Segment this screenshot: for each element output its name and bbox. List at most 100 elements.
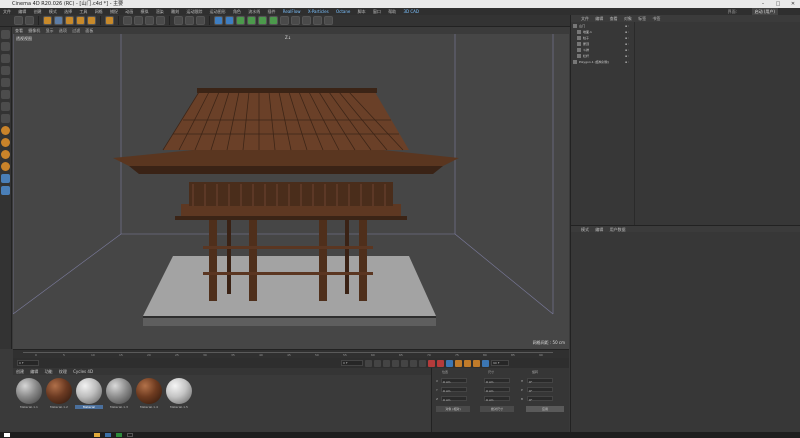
camera-icon[interactable] xyxy=(291,16,300,25)
undo-icon[interactable] xyxy=(14,16,23,25)
render-view-icon[interactable] xyxy=(174,16,183,25)
rotation-key-icon[interactable] xyxy=(473,359,480,367)
menu-item[interactable]: 文件 xyxy=(0,8,14,15)
xpresso-icon[interactable] xyxy=(1,174,10,183)
light-icon[interactable] xyxy=(302,16,311,25)
menu-item-octane[interactable]: Octane xyxy=(333,8,353,15)
material-swatch[interactable]: Material.1.2 xyxy=(45,377,73,413)
menu-item-xparticles[interactable]: X-Particles xyxy=(305,8,332,15)
scale-key-icon[interactable] xyxy=(464,359,471,367)
prev-frame-icon[interactable] xyxy=(383,359,390,367)
fx-icon[interactable] xyxy=(313,16,322,25)
object-visibility-toggles[interactable]: ▪ ⁚ xyxy=(625,60,641,65)
redo-icon[interactable] xyxy=(25,16,34,25)
model-mode-icon[interactable] xyxy=(1,42,10,51)
texture-mode-icon[interactable] xyxy=(1,54,10,63)
live-selection-icon[interactable] xyxy=(43,16,52,25)
sculpt-icon[interactable] xyxy=(1,162,10,171)
points-mode-icon[interactable] xyxy=(1,78,10,87)
object-visibility-toggles[interactable]: ▪ ⁚ xyxy=(625,30,641,35)
taskbar-app-icon[interactable] xyxy=(116,433,122,437)
taskbar-app-icon[interactable] xyxy=(105,433,111,437)
array-icon[interactable] xyxy=(247,16,256,25)
object-visibility-toggles[interactable]: ▪ ⁚ xyxy=(625,24,641,29)
size-z-field[interactable]: 0 cm xyxy=(484,396,510,402)
next-frame-icon[interactable] xyxy=(401,359,408,367)
edges-mode-icon[interactable] xyxy=(1,90,10,99)
floor-icon[interactable] xyxy=(280,16,289,25)
object-menu-item[interactable]: 编辑 xyxy=(595,16,603,21)
attribute-menu-item[interactable]: 编辑 xyxy=(595,227,603,232)
object-visibility-toggles[interactable]: ▪ ⁚ xyxy=(625,48,641,53)
menu-item[interactable]: 脚本 xyxy=(355,8,369,15)
menu-item-realflow[interactable]: RealFlow xyxy=(280,8,304,15)
material-menu-item[interactable]: 创建 xyxy=(16,369,24,374)
menu-item-3dcad[interactable]: 3D CAD xyxy=(400,8,422,15)
attribute-menu-item[interactable]: 用户数据 xyxy=(610,227,626,232)
menu-item[interactable]: 帮助 xyxy=(385,8,399,15)
coordinate-mode-dropdown[interactable]: 对象 (相对) xyxy=(436,406,470,412)
pos-y-field[interactable]: 0 cm xyxy=(441,387,467,393)
timeline-ruler[interactable]: 0 5 10 15 20 25 30 35 40 45 50 55 60 65 … xyxy=(13,349,569,358)
minimize-button[interactable]: – xyxy=(756,0,770,8)
rot-b-field[interactable]: 0° xyxy=(527,396,553,402)
rot-h-field[interactable]: 0° xyxy=(527,378,553,384)
object-menu-item[interactable]: 对象 xyxy=(624,16,632,21)
material-swatch[interactable]: Material.1.3 xyxy=(105,377,133,413)
close-button[interactable]: ✕ xyxy=(786,0,800,8)
menu-item[interactable]: 动画 xyxy=(122,8,136,15)
goto-end-icon[interactable] xyxy=(419,359,426,367)
recent-tools-icon[interactable] xyxy=(87,16,96,25)
material-menu-item[interactable]: 功能 xyxy=(45,369,53,374)
move-icon[interactable] xyxy=(54,16,63,25)
next-key-icon[interactable] xyxy=(410,359,417,367)
workplane-lock-icon[interactable] xyxy=(1,138,10,147)
menu-item[interactable]: 流水线 xyxy=(245,8,263,15)
viewport-menu-item[interactable]: 过滤 xyxy=(72,28,80,33)
maximize-button[interactable]: □ xyxy=(771,0,785,8)
subdivision-icon[interactable] xyxy=(236,16,245,25)
octane-icon[interactable] xyxy=(324,16,333,25)
3d-viewport[interactable]: 透视视图 Z↓ 网格间距 : 50 cm xyxy=(13,34,569,349)
end-frame-field[interactable]: 90 F xyxy=(491,360,509,366)
rot-p-field[interactable]: 0° xyxy=(527,387,553,393)
object-visibility-toggles[interactable]: ▪ ⁚ xyxy=(625,54,641,59)
position-key-icon[interactable] xyxy=(455,359,462,367)
menu-item[interactable]: 运动图形 xyxy=(207,8,229,15)
size-mode-dropdown[interactable]: 绝对尺寸 xyxy=(480,406,514,412)
layout-select[interactable]: 启动 (用户) xyxy=(751,8,778,15)
cinema4d-taskbar-icon[interactable] xyxy=(127,433,133,437)
current-frame-field[interactable]: 0 F xyxy=(341,360,363,366)
autokey-icon[interactable] xyxy=(437,359,444,367)
enable-axis-icon[interactable] xyxy=(1,114,10,123)
material-menu-item[interactable]: Cycles 4D xyxy=(73,369,93,374)
menu-item[interactable]: 创建 xyxy=(31,8,45,15)
menu-item[interactable]: 选择 xyxy=(61,8,75,15)
menu-item[interactable]: 运动跟踪 xyxy=(183,8,205,15)
rotate-icon[interactable] xyxy=(76,16,85,25)
render-picture-viewer-icon[interactable] xyxy=(185,16,194,25)
cube-icon[interactable] xyxy=(214,16,223,25)
polygons-mode-icon[interactable] xyxy=(1,102,10,111)
menu-item[interactable]: 网格 xyxy=(92,8,106,15)
object-menu-item[interactable]: 文件 xyxy=(581,16,589,21)
scale-icon[interactable] xyxy=(65,16,74,25)
z-axis-lock-icon[interactable] xyxy=(145,16,154,25)
object-menu-item[interactable]: 查看 xyxy=(610,16,618,21)
menu-item[interactable]: 角色 xyxy=(230,8,244,15)
viewport-menu-item[interactable]: 查看 xyxy=(15,28,23,33)
menu-item[interactable]: 雕刻 xyxy=(168,8,182,15)
snap-icon[interactable] xyxy=(1,126,10,135)
start-icon[interactable] xyxy=(4,433,10,437)
workplane-icon[interactable] xyxy=(1,66,10,75)
size-x-field[interactable]: 0 cm xyxy=(484,378,510,384)
menu-item[interactable]: 渲染 xyxy=(153,8,167,15)
viewport-menu-item[interactable]: 摄像机 xyxy=(28,28,40,33)
menu-item[interactable]: 插件 xyxy=(265,8,279,15)
x-axis-lock-icon[interactable] xyxy=(123,16,132,25)
play-icon[interactable] xyxy=(392,359,399,367)
prev-key-icon[interactable] xyxy=(374,359,381,367)
object-visibility-toggles[interactable]: ▪ ⁚ xyxy=(625,36,641,41)
y-axis-lock-icon[interactable] xyxy=(134,16,143,25)
menu-item[interactable]: 模式 xyxy=(46,8,60,15)
